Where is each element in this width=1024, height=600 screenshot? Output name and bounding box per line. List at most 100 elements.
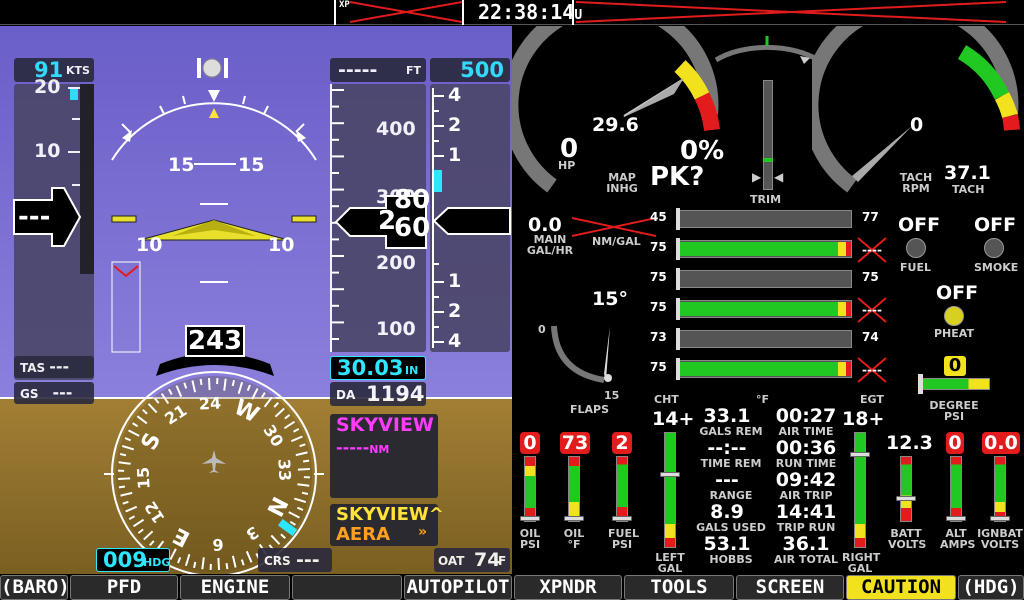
timer-label-right: TRIP RUN [776,521,836,534]
gps-source-box[interactable]: SKYVIEW^ AERA » [330,504,444,546]
timer-value-left: --:-- [707,437,747,459]
compass-label: N [261,492,292,521]
nm-gal-label: NM/GAL [592,235,641,248]
tas-readout: TAS --- [14,356,94,378]
compass-label: W [229,394,263,429]
fuel-pump-state: OFF [898,214,941,236]
flaps-gauge [551,325,612,383]
tools-button[interactable]: TOOLS [624,575,734,600]
smoke-light [984,238,1004,258]
egt-value: 75 [862,270,879,284]
vsi-pointer [432,207,511,235]
baro-setting[interactable]: 30.03 IN [330,356,426,380]
right-gal-label: RIGHT GAL [842,551,881,575]
compass-label: 33 [274,458,295,482]
ignbat-volts-bar [994,456,1006,522]
alt-amps-bar [950,456,962,522]
engine-button[interactable]: ENGINE [180,575,290,600]
left-gal-bar [664,432,676,548]
blank-button[interactable] [292,575,402,600]
oil-psi-value: 0 [520,432,540,454]
cht-value: 75 [650,360,667,374]
timer-label-left: RANGE [709,489,753,502]
tach-hours-label: TACH [952,183,985,196]
timer-value-right: 00:27 [775,405,837,427]
autopilot-button[interactable]: AUTOPILOT [404,575,512,600]
timer-value-left: 8.9 [710,501,744,523]
compass-label: 12 [140,497,169,527]
fuel-psi-value: 2 [612,432,632,454]
egt-fail-cross: ---- [857,297,887,323]
altitude-readout-roll-bottom: 60 [394,213,431,243]
cht-value: 75 [650,240,667,254]
xpndr-button[interactable]: XPNDR [514,575,622,600]
right-gal-bar [854,432,866,548]
altitude-bug[interactable]: ----- FT [330,58,426,82]
oil-temp-label: OIL °F [563,527,585,551]
timer-label-left: TIME REM [700,457,762,470]
status-bar: XP 22:38:14U [0,0,1024,25]
pfd-button[interactable]: PFD [70,575,178,600]
screen-button[interactable]: SCREEN [736,575,844,600]
batt-volts-bar [900,456,912,522]
oil-psi-label: OIL PSI [519,527,541,551]
gs-readout: GS --- [14,382,94,404]
alt-amps-label: ALT AMPS [940,527,976,551]
engine-panel[interactable]: 29.6 0 HP MAP INHG 0% PK? ▶ ◀ TRIM 0 TACH… [512,26,1024,574]
oil-psi-bar [524,456,536,522]
svg-text:----: ---- [862,243,882,257]
cht-bar [676,210,852,228]
pfd-panel[interactable]: 15 15 10 10 91 KTS 20 10 --- TAS --- GS --… [0,26,512,574]
cht-value: 75 [650,270,667,284]
timer-value-right: 14:41 [775,501,837,523]
fuel-flow-label: MAIN GAL/HR [526,233,574,257]
tach-hours: 37.1 [944,162,991,184]
pitch-mark-10-right: 10 [268,234,295,256]
vsi-label-1-up: 1 [448,144,462,166]
alt-amps-value: 0 [946,432,964,454]
heading-bug-readout[interactable]: 009 HDG [96,548,170,572]
trim-gauge [763,80,773,190]
hdg-button[interactable]: (HDG) [958,575,1024,600]
oil-temp-bar [568,456,580,522]
vsi-label-4-down: 4 [448,330,462,352]
left-gal-value: 14+ [652,408,695,430]
cht-value: 45 [650,210,667,224]
baro-button[interactable]: (BARO) [0,575,70,600]
chevron-up-icon: » [418,524,428,540]
pitch-mark-15-left: 15 [168,154,195,176]
density-altitude: DA 1194 [330,382,426,406]
timer-label-left: GALS USED [696,521,766,534]
course-readout[interactable]: CRS --- [258,548,332,572]
timer-label-right: RUN TIME [775,457,837,470]
status-fail-cross-1 [350,1,462,23]
flaps-max: 15 [604,389,620,402]
fuel-psi-label: FUEL PSI [608,527,639,551]
batt-volts-value: 12.3 [886,432,933,454]
cht-label: CHT [654,393,679,406]
fuel-pump-label: FUEL [900,261,931,274]
pitch-mark-15-right: 15 [238,154,265,176]
map-label: MAP INHG [606,171,638,195]
heading-readout: 243 [187,326,243,356]
tach-value: 0 [910,114,924,136]
caution-button[interactable]: CAUTION [846,575,956,600]
vsi-label-2-down: 2 [448,300,462,322]
timer-label-left: GALS REM [699,425,763,438]
cht-bar [676,330,852,348]
degree-psi-bar [920,378,990,390]
right-gal-value: 18+ [842,408,885,430]
nav-source-box[interactable]: SKYVIEW -----NM [330,414,438,498]
egt-fail-cross: ---- [857,357,887,383]
egt-value: 74 [862,330,879,344]
timer-value-left: 33.1 [703,405,751,427]
vsi-label-4-up: 4 [448,84,462,106]
vertical-speed-bug[interactable]: 500 [430,58,510,82]
oil-temp-value: 73 [560,432,590,454]
smoke-label: SMOKE [974,261,1019,274]
left-gal-label: LEFT GAL [655,551,685,575]
timer-value-right: 00:36 [775,437,837,459]
hp-label: HP [558,159,576,172]
pheat-state: OFF [936,282,979,304]
trim-pointer-right: ◀ [774,170,784,184]
